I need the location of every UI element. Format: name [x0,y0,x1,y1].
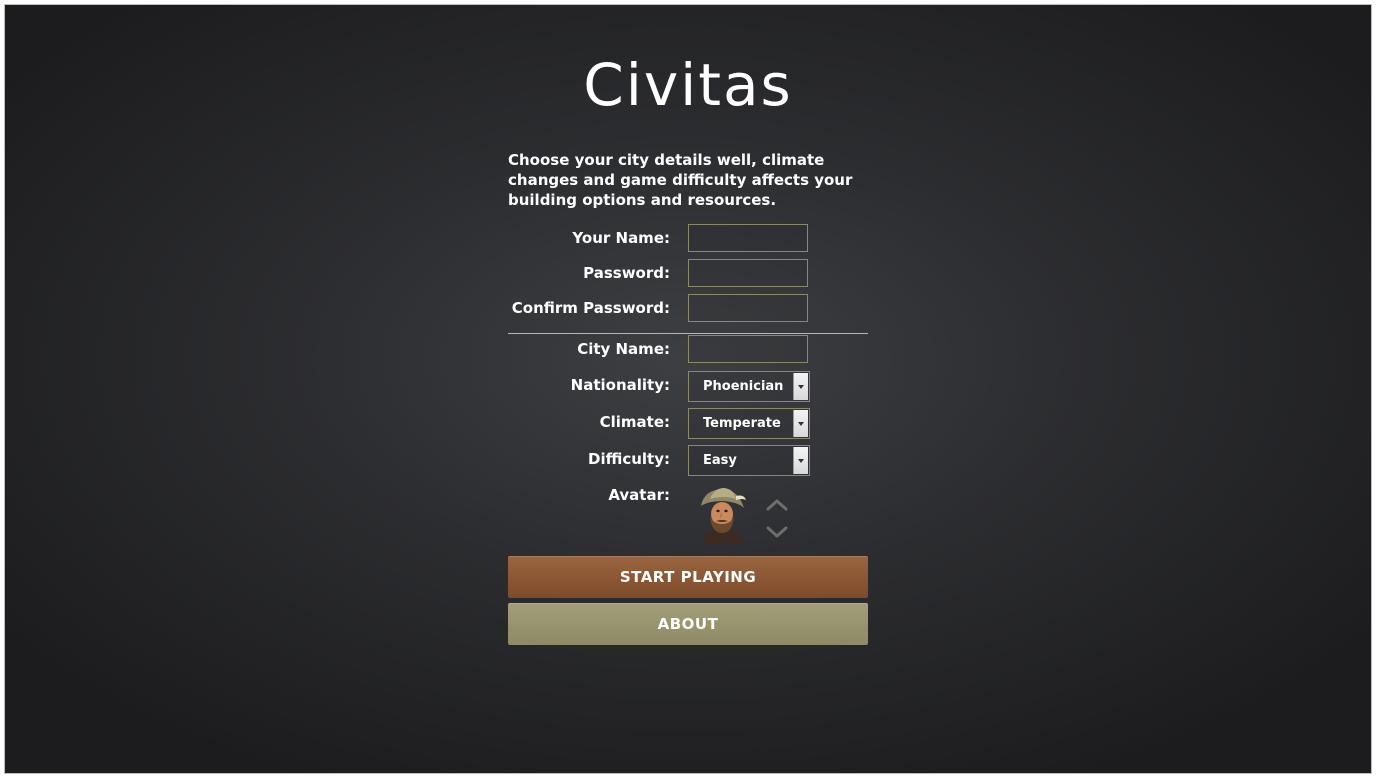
climate-row: Climate: Temperate [508,408,868,439]
climate-value: Temperate [703,416,781,431]
chevron-up-icon[interactable] [766,497,788,511]
difficulty-value: Easy [703,453,737,468]
city-name-label: City Name: [577,340,670,358]
password-row: Password: [508,259,868,289]
avatar-portrait-icon [701,488,746,544]
difficulty-row: Difficulty: Easy [508,445,868,476]
confirm-password-row: Confirm Password: [508,294,868,324]
your-name-row: Your Name: [508,224,868,254]
nationality-value: Phoenician [703,379,784,394]
city-name-row: City Name: [508,335,868,365]
confirm-password-input[interactable] [688,294,808,322]
game-window: Civitas Choose your city details well, c… [4,4,1372,774]
avatar-row: Avatar: [508,481,868,511]
chevron-down-icon[interactable] [793,410,808,437]
nationality-label: Nationality: [570,376,670,394]
avatar-label: Avatar: [608,486,670,504]
password-input[interactable] [688,259,808,287]
nationality-select[interactable]: Phoenician [688,371,810,402]
section-divider [508,333,868,334]
your-name-label: Your Name: [572,229,670,247]
chevron-down-icon[interactable] [793,447,808,474]
about-button[interactable]: ABOUT [508,603,868,645]
climate-select[interactable]: Temperate [688,408,810,439]
confirm-password-label: Confirm Password: [511,299,670,317]
city-name-input[interactable] [688,335,808,363]
chevron-down-icon[interactable] [793,373,808,400]
app-title: Civitas [583,51,793,119]
start-playing-button[interactable]: START PLAYING [508,556,868,598]
difficulty-label: Difficulty: [588,450,670,468]
climate-label: Climate: [599,413,670,431]
intro-text: Choose your city details well, climate c… [508,151,853,209]
nationality-row: Nationality: Phoenician [508,371,868,402]
chevron-down-icon[interactable] [766,525,788,539]
difficulty-select[interactable]: Easy [688,445,810,476]
your-name-input[interactable] [688,224,808,252]
password-label: Password: [583,264,670,282]
